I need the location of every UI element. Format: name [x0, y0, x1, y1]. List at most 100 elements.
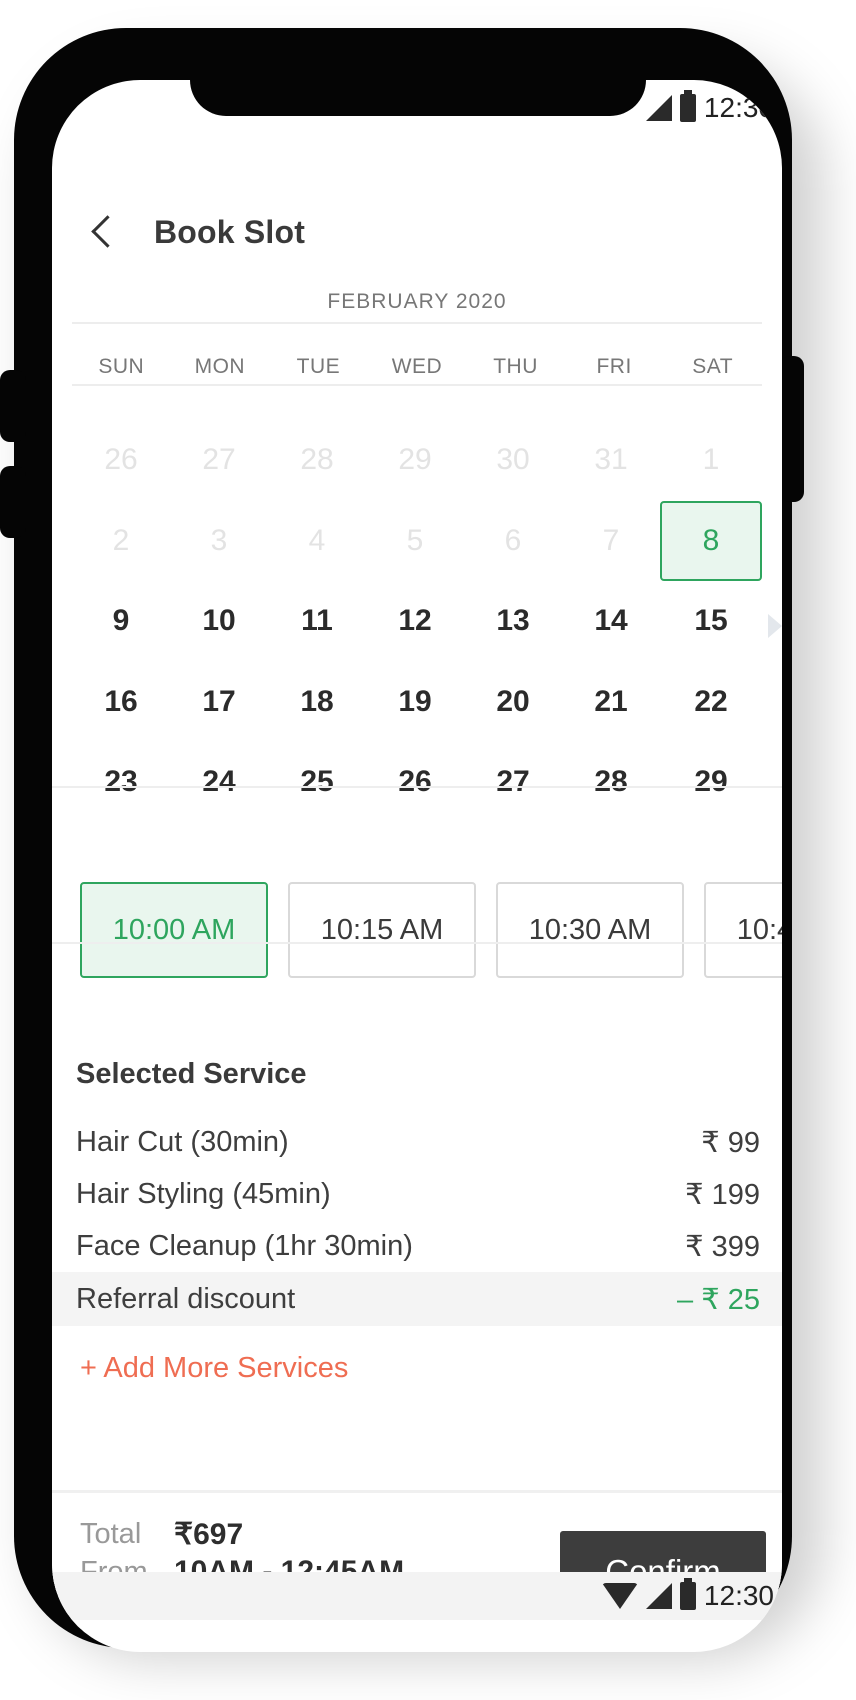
discount-amount: – ₹ 25	[677, 1283, 760, 1316]
service-price: ₹ 99	[701, 1126, 760, 1159]
calendar-day-label: 27	[496, 765, 530, 799]
calendar-day-label: 3	[210, 523, 228, 557]
volume-up-button	[0, 370, 26, 442]
calendar-day-label: 22	[694, 684, 728, 718]
status-bar-bottom: 12:30	[52, 1572, 782, 1620]
status-time: 12:30	[703, 1580, 774, 1611]
calendar-day-label: 20	[496, 684, 530, 718]
calendar-day: 1	[660, 420, 762, 501]
next-week-arrow-icon[interactable]	[768, 614, 782, 638]
calendar-day[interactable]: 20	[464, 662, 562, 743]
calendar-day[interactable]: 22	[660, 662, 762, 743]
calendar-day: 26	[72, 420, 170, 501]
calendar-day-label: 17	[202, 684, 236, 718]
service-price: ₹ 399	[685, 1230, 760, 1263]
calendar-grid: 26 27 28 29 30 31 1 2 3 4 5 6 7 8 9 10 11 12 13 14 15 16 17 18 1…	[72, 420, 762, 823]
service-name: Face Cleanup (1hr 30min)	[76, 1229, 413, 1262]
time-slot[interactable]: 10:30 AM	[496, 882, 684, 978]
calendar-day-label: 30	[496, 443, 530, 477]
calendar-day: 27	[170, 420, 268, 501]
calendar-day-label: 7	[602, 523, 620, 557]
calendar-day-label: 12	[398, 604, 432, 638]
calendar-day-label: 31	[594, 443, 628, 477]
calendar-day-label: 28	[594, 765, 628, 799]
calendar-divider	[72, 384, 762, 386]
phone-screen: 12:30 Book Slot FEBRUARY 2020 SUN MON TUE W…	[52, 80, 782, 1652]
calendar-day-label: 29	[694, 765, 728, 799]
calendar-day[interactable]: 24	[170, 742, 268, 823]
calendar-day-label: 24	[202, 765, 236, 799]
time-slot[interactable]: 10:15 AM	[288, 882, 476, 978]
calendar-day-label: 2	[112, 523, 130, 557]
add-more-services-link[interactable]: + Add More Services	[80, 1352, 348, 1385]
time-slot-selected[interactable]: 10:00 AM	[80, 882, 268, 978]
service-name: Hair Styling (45min)	[76, 1177, 331, 1210]
calendar-day[interactable]: 27	[464, 742, 562, 823]
total-label: Total	[80, 1518, 142, 1550]
calendar-day[interactable]: 29	[660, 742, 762, 823]
calendar-day-label: 9	[112, 604, 130, 638]
calendar-day[interactable]: 11	[268, 581, 366, 662]
service-name: Hair Cut (30min)	[76, 1125, 289, 1158]
calendar-day-label: 4	[308, 523, 326, 557]
calendar-day[interactable]: 21	[562, 662, 660, 743]
calendar-day-label: 10	[202, 604, 236, 638]
section-divider	[52, 942, 782, 944]
calendar-day[interactable]: 23	[72, 742, 170, 823]
calendar-day: 30	[464, 420, 562, 501]
calendar-day[interactable]: 19	[366, 662, 464, 743]
calendar-day-label: 11	[301, 604, 333, 638]
selected-service-title: Selected Service	[76, 1058, 307, 1090]
calendar-day[interactable]: 17	[170, 662, 268, 743]
calendar-day-label: 8	[660, 500, 762, 581]
calendar-divider	[72, 322, 762, 324]
calendar-day-selected[interactable]: 8	[660, 500, 762, 582]
signal-icon	[645, 95, 672, 121]
notch	[190, 80, 646, 116]
calendar-day: 2	[72, 501, 170, 582]
battery-icon	[679, 90, 696, 122]
calendar-day[interactable]: 13	[464, 581, 562, 662]
calendar-day[interactable]: 9	[72, 581, 170, 662]
calendar-day: 29	[366, 420, 464, 501]
calendar-day-label: 15	[694, 604, 728, 638]
calendar-day[interactable]: 12	[366, 581, 464, 662]
calendar-day-label: 13	[496, 604, 530, 638]
service-price: ₹ 199	[685, 1178, 760, 1211]
calendar-day-label: 26	[104, 443, 138, 477]
calendar-day[interactable]: 10	[170, 581, 268, 662]
page-title: Book Slot	[154, 213, 306, 250]
calendar-day[interactable]: 15	[660, 581, 762, 662]
discount-name: Referral discount	[76, 1282, 296, 1315]
wifi-icon	[601, 1583, 638, 1609]
calendar-day-label: 14	[594, 604, 628, 638]
time-slot[interactable]: 10:45 AM	[704, 882, 782, 978]
calendar-day: 31	[562, 420, 660, 501]
total-row: Total ₹697	[80, 1517, 243, 1552]
calendar-day[interactable]: 25	[268, 742, 366, 823]
service-row: Hair Styling (45min) ₹ 199	[52, 1168, 782, 1220]
volume-down-button	[0, 466, 26, 538]
calendar-day[interactable]: 26	[366, 742, 464, 823]
calendar-day[interactable]: 28	[562, 742, 660, 823]
calendar-day-label: 18	[300, 684, 334, 718]
calendar-day-label: 23	[104, 765, 138, 799]
calendar-day: 4	[268, 501, 366, 582]
service-list: Hair Cut (30min) ₹ 99 Hair Styling (45mi…	[52, 1116, 782, 1326]
battery-icon	[679, 1578, 696, 1610]
calendar-day-label: 16	[104, 684, 138, 718]
calendar-day-label: 19	[398, 684, 432, 718]
calendar-day[interactable]: 14	[562, 581, 660, 662]
discount-row: Referral discount – ₹ 25	[52, 1272, 782, 1326]
app-header: Book Slot	[52, 180, 782, 284]
calendar-day[interactable]: 18	[268, 662, 366, 743]
phone-frame: 12:30 Book Slot FEBRUARY 2020 SUN MON TUE W…	[0, 28, 804, 1652]
section-divider	[52, 786, 782, 788]
calendar-month: FEBRUARY 2020	[327, 290, 507, 313]
calendar-day[interactable]: 16	[72, 662, 170, 743]
signal-icon	[645, 1583, 672, 1609]
back-arrow-icon[interactable]	[74, 202, 134, 262]
calendar-day: 3	[170, 501, 268, 582]
status-bar-top: 12:30	[645, 86, 782, 130]
time-slot-list: 10:00 AM10:15 AM10:30 AM 10:45 AM	[80, 882, 782, 980]
